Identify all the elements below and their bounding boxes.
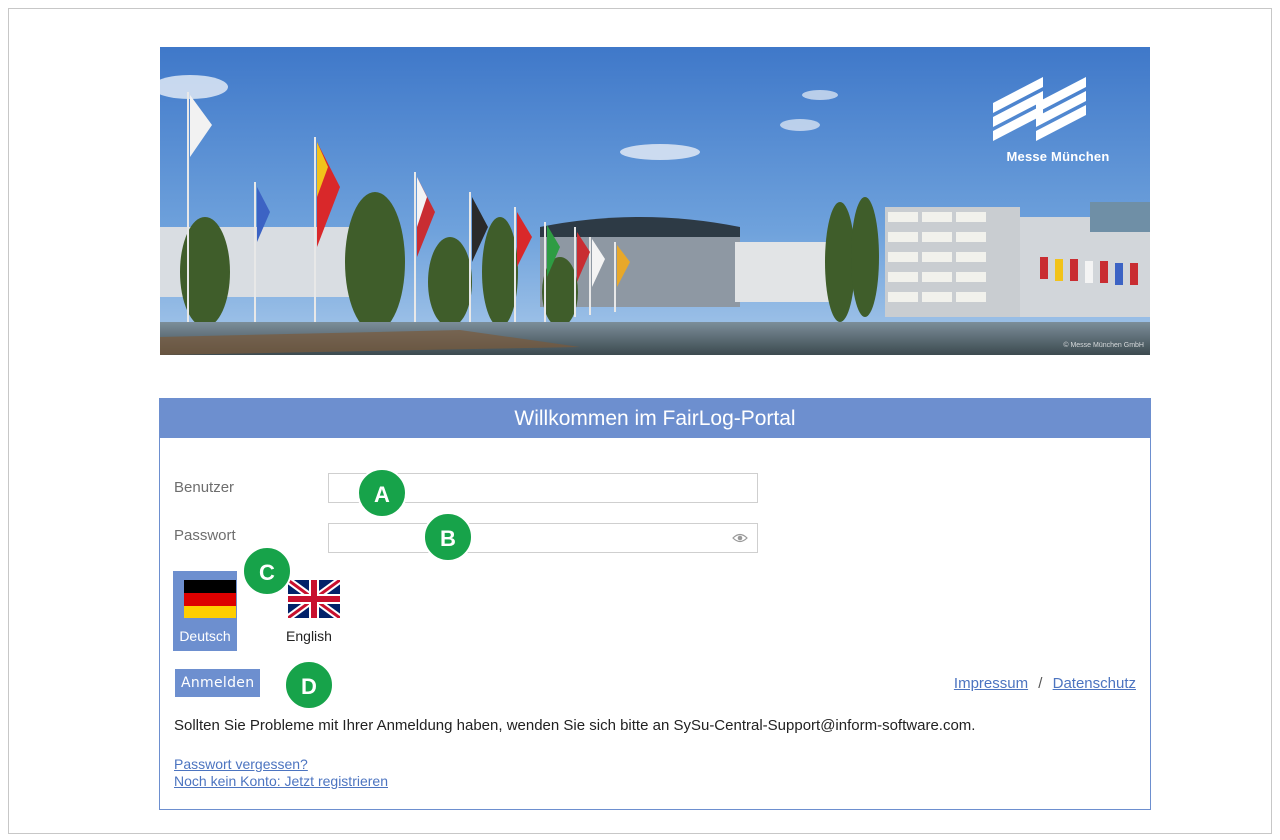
panel-title: Willkommen im FairLog-Portal: [160, 399, 1150, 438]
logo-mark-icon: [993, 77, 1086, 141]
support-help-text: Sollten Sie Probleme mit Ihrer Anmeldung…: [174, 717, 976, 734]
user-label: Benutzer: [174, 479, 235, 496]
login-button[interactable]: Anmelden: [175, 669, 261, 697]
marker-d: D: [284, 660, 334, 710]
register-link[interactable]: Noch kein Konto: Jetzt registrieren: [174, 773, 388, 790]
language-label-deutsch: Deutsch: [179, 628, 231, 644]
login-panel: Willkommen im FairLog-Portal Benutzer Pa…: [159, 398, 1151, 810]
marker-a: A: [357, 468, 407, 518]
german-flag-icon: [184, 580, 236, 618]
password-input[interactable]: [328, 523, 758, 553]
logo-text: Messe München: [1006, 149, 1110, 164]
marker-b: B: [423, 512, 473, 562]
photo-copyright: © Messe München GmbH: [1063, 342, 1144, 349]
link-separator: /: [1038, 675, 1043, 692]
impressum-link[interactable]: Impressum: [954, 675, 1028, 692]
messe-muenchen-logo: Messe München: [988, 75, 1128, 164]
banner-image: Messe München © Messe München GmbH: [160, 47, 1150, 355]
datenschutz-link[interactable]: Datenschutz: [1053, 675, 1136, 692]
forgot-password-link[interactable]: Passwort vergessen?: [174, 756, 388, 773]
account-links: Passwort vergessen? Noch kein Konto: Jet…: [174, 756, 388, 790]
legal-links: Impressum / Datenschutz: [954, 675, 1136, 692]
password-label: Passwort: [174, 527, 236, 544]
language-label-english: English: [286, 628, 332, 644]
language-deutsch[interactable]: Deutsch: [173, 571, 237, 651]
uk-flag-icon: [288, 580, 340, 618]
show-password-eye-icon[interactable]: [732, 532, 748, 544]
marker-c: C: [242, 546, 292, 596]
